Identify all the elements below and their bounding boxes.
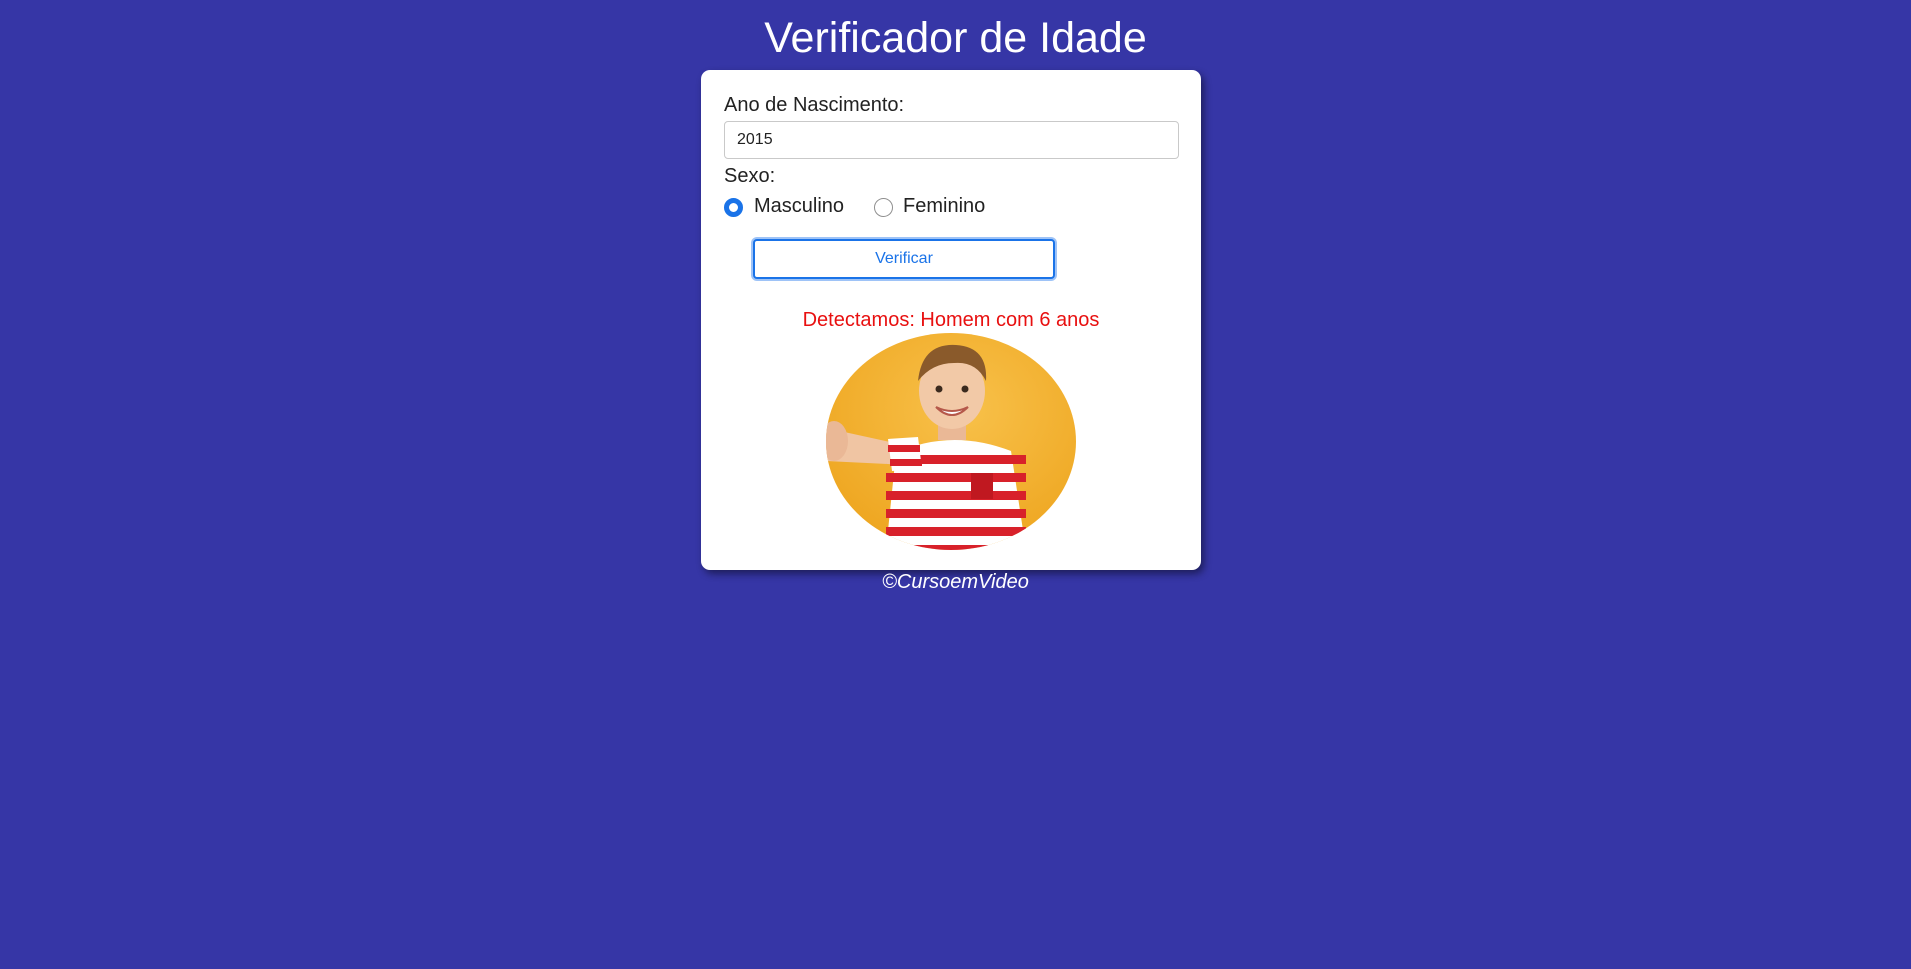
page-title: Verificador de Idade xyxy=(764,14,1147,62)
radio-feminino[interactable] xyxy=(874,198,893,217)
radio-label-masculino[interactable]: Masculino xyxy=(754,194,844,218)
result-photo xyxy=(826,333,1076,550)
birth-year-input[interactable] xyxy=(724,121,1179,159)
radio-masculino[interactable] xyxy=(724,198,743,217)
verify-button[interactable]: Verificar xyxy=(753,239,1055,279)
footer-copyright: ©CursoemVideo xyxy=(882,571,1029,593)
page: Verificador de Idade Ano de Nascimento: … xyxy=(0,0,1911,969)
radio-label-feminino[interactable]: Feminino xyxy=(903,194,985,218)
result-text: Detectamos: Homem com 6 anos xyxy=(802,309,1100,331)
sex-label: Sexo: xyxy=(724,165,776,187)
birth-year-label: Ano de Nascimento: xyxy=(724,94,905,116)
form-card: Ano de Nascimento: Sexo: Masculino Femin… xyxy=(701,70,1201,570)
